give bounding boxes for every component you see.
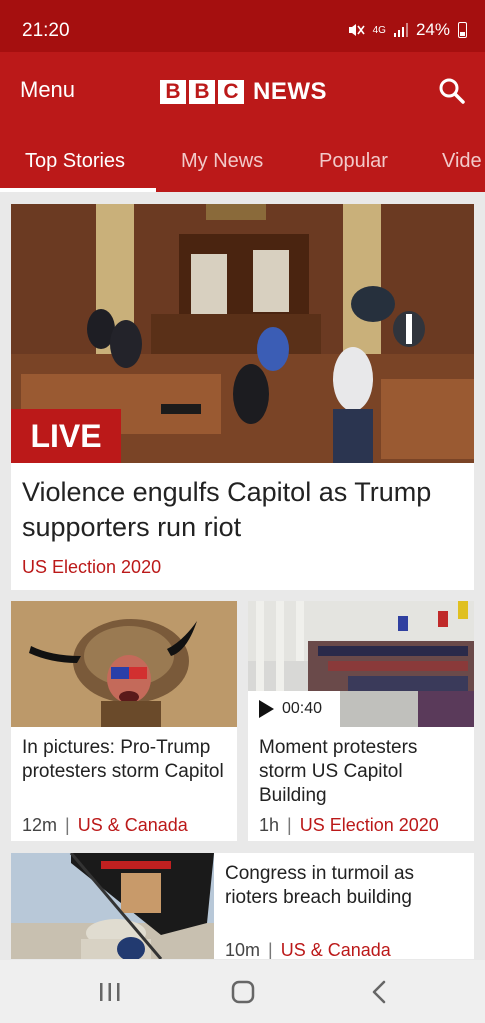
status-bar: 21:20 4G 24% [0, 0, 485, 52]
play-icon [259, 700, 274, 718]
story-headline[interactable]: Moment protesters storm US Capitol Build… [259, 736, 469, 808]
logo-letter: B [160, 80, 186, 104]
tab-my-news[interactable]: My News [181, 150, 263, 173]
story-time: 1h [259, 815, 280, 835]
story-time: 12m [22, 815, 58, 835]
story-meta: 1h | US Election 2020 [259, 815, 439, 836]
active-tab-indicator [0, 188, 156, 192]
story-topic-link[interactable]: US Election 2020 [300, 815, 439, 835]
story-meta: 12m | US & Canada [22, 815, 188, 836]
story-card-wide[interactable]: Congress in turmoil as rioters breach bu… [11, 853, 474, 959]
recent-apps-icon[interactable] [95, 978, 125, 1006]
mute-icon [348, 24, 365, 36]
hero-headline[interactable]: Violence engulfs Capitol as Trump suppor… [22, 475, 462, 545]
live-badge: LIVE [11, 409, 121, 463]
battery-percent: 24% [415, 20, 450, 39]
story-topic-link[interactable]: US & Canada [281, 940, 391, 959]
video-story-card[interactable]: 00:40 Moment protesters storm US Capitol… [248, 601, 474, 841]
signal-icon [393, 23, 408, 37]
meta-divider: | [268, 940, 273, 959]
hero-topic-link[interactable]: US Election 2020 [22, 557, 161, 578]
video-duration: 00:40 [282, 700, 323, 717]
tab-video[interactable]: Vide [442, 150, 482, 173]
network-type: 4G [372, 24, 386, 36]
logo-letter: C [218, 80, 244, 104]
story-headline[interactable]: In pictures: Pro-Trump protesters storm … [22, 736, 232, 784]
system-nav-bar [0, 960, 485, 1023]
meta-divider: | [287, 815, 292, 835]
story-image: 00:40 [248, 601, 474, 727]
home-icon[interactable] [228, 978, 258, 1006]
status-icons: 4G 24% [347, 20, 467, 40]
tab-popular[interactable]: Popular [319, 150, 388, 173]
story-card[interactable]: In pictures: Pro-Trump protesters storm … [11, 601, 237, 841]
search-icon[interactable] [437, 76, 467, 106]
tab-top-stories[interactable]: Top Stories [25, 150, 125, 173]
logo-letter: B [189, 80, 215, 104]
hero-image: LIVE [11, 204, 474, 463]
meta-divider: | [65, 815, 70, 835]
logo-word: NEWS [253, 78, 327, 105]
story-time: 10m [225, 940, 261, 959]
story-image [11, 601, 237, 727]
back-icon[interactable] [365, 978, 395, 1006]
app-header: Menu B B C NEWS [0, 52, 485, 128]
story-meta: 10m | US & Canada [225, 940, 391, 959]
video-duration-badge: 00:40 [248, 691, 340, 727]
menu-button[interactable]: Menu [20, 77, 75, 103]
story-topic-link[interactable]: US & Canada [78, 815, 188, 835]
status-time: 21:20 [22, 20, 70, 41]
story-headline[interactable]: Congress in turmoil as rioters breach bu… [225, 862, 465, 910]
story-image [11, 853, 214, 959]
section-tabs: Top Stories My News Popular Vide [0, 128, 485, 192]
bbc-news-logo: B B C NEWS [160, 78, 327, 106]
hero-story-card[interactable]: LIVE Violence engulfs Capitol as Trump s… [11, 204, 474, 590]
battery-icon [458, 22, 467, 38]
